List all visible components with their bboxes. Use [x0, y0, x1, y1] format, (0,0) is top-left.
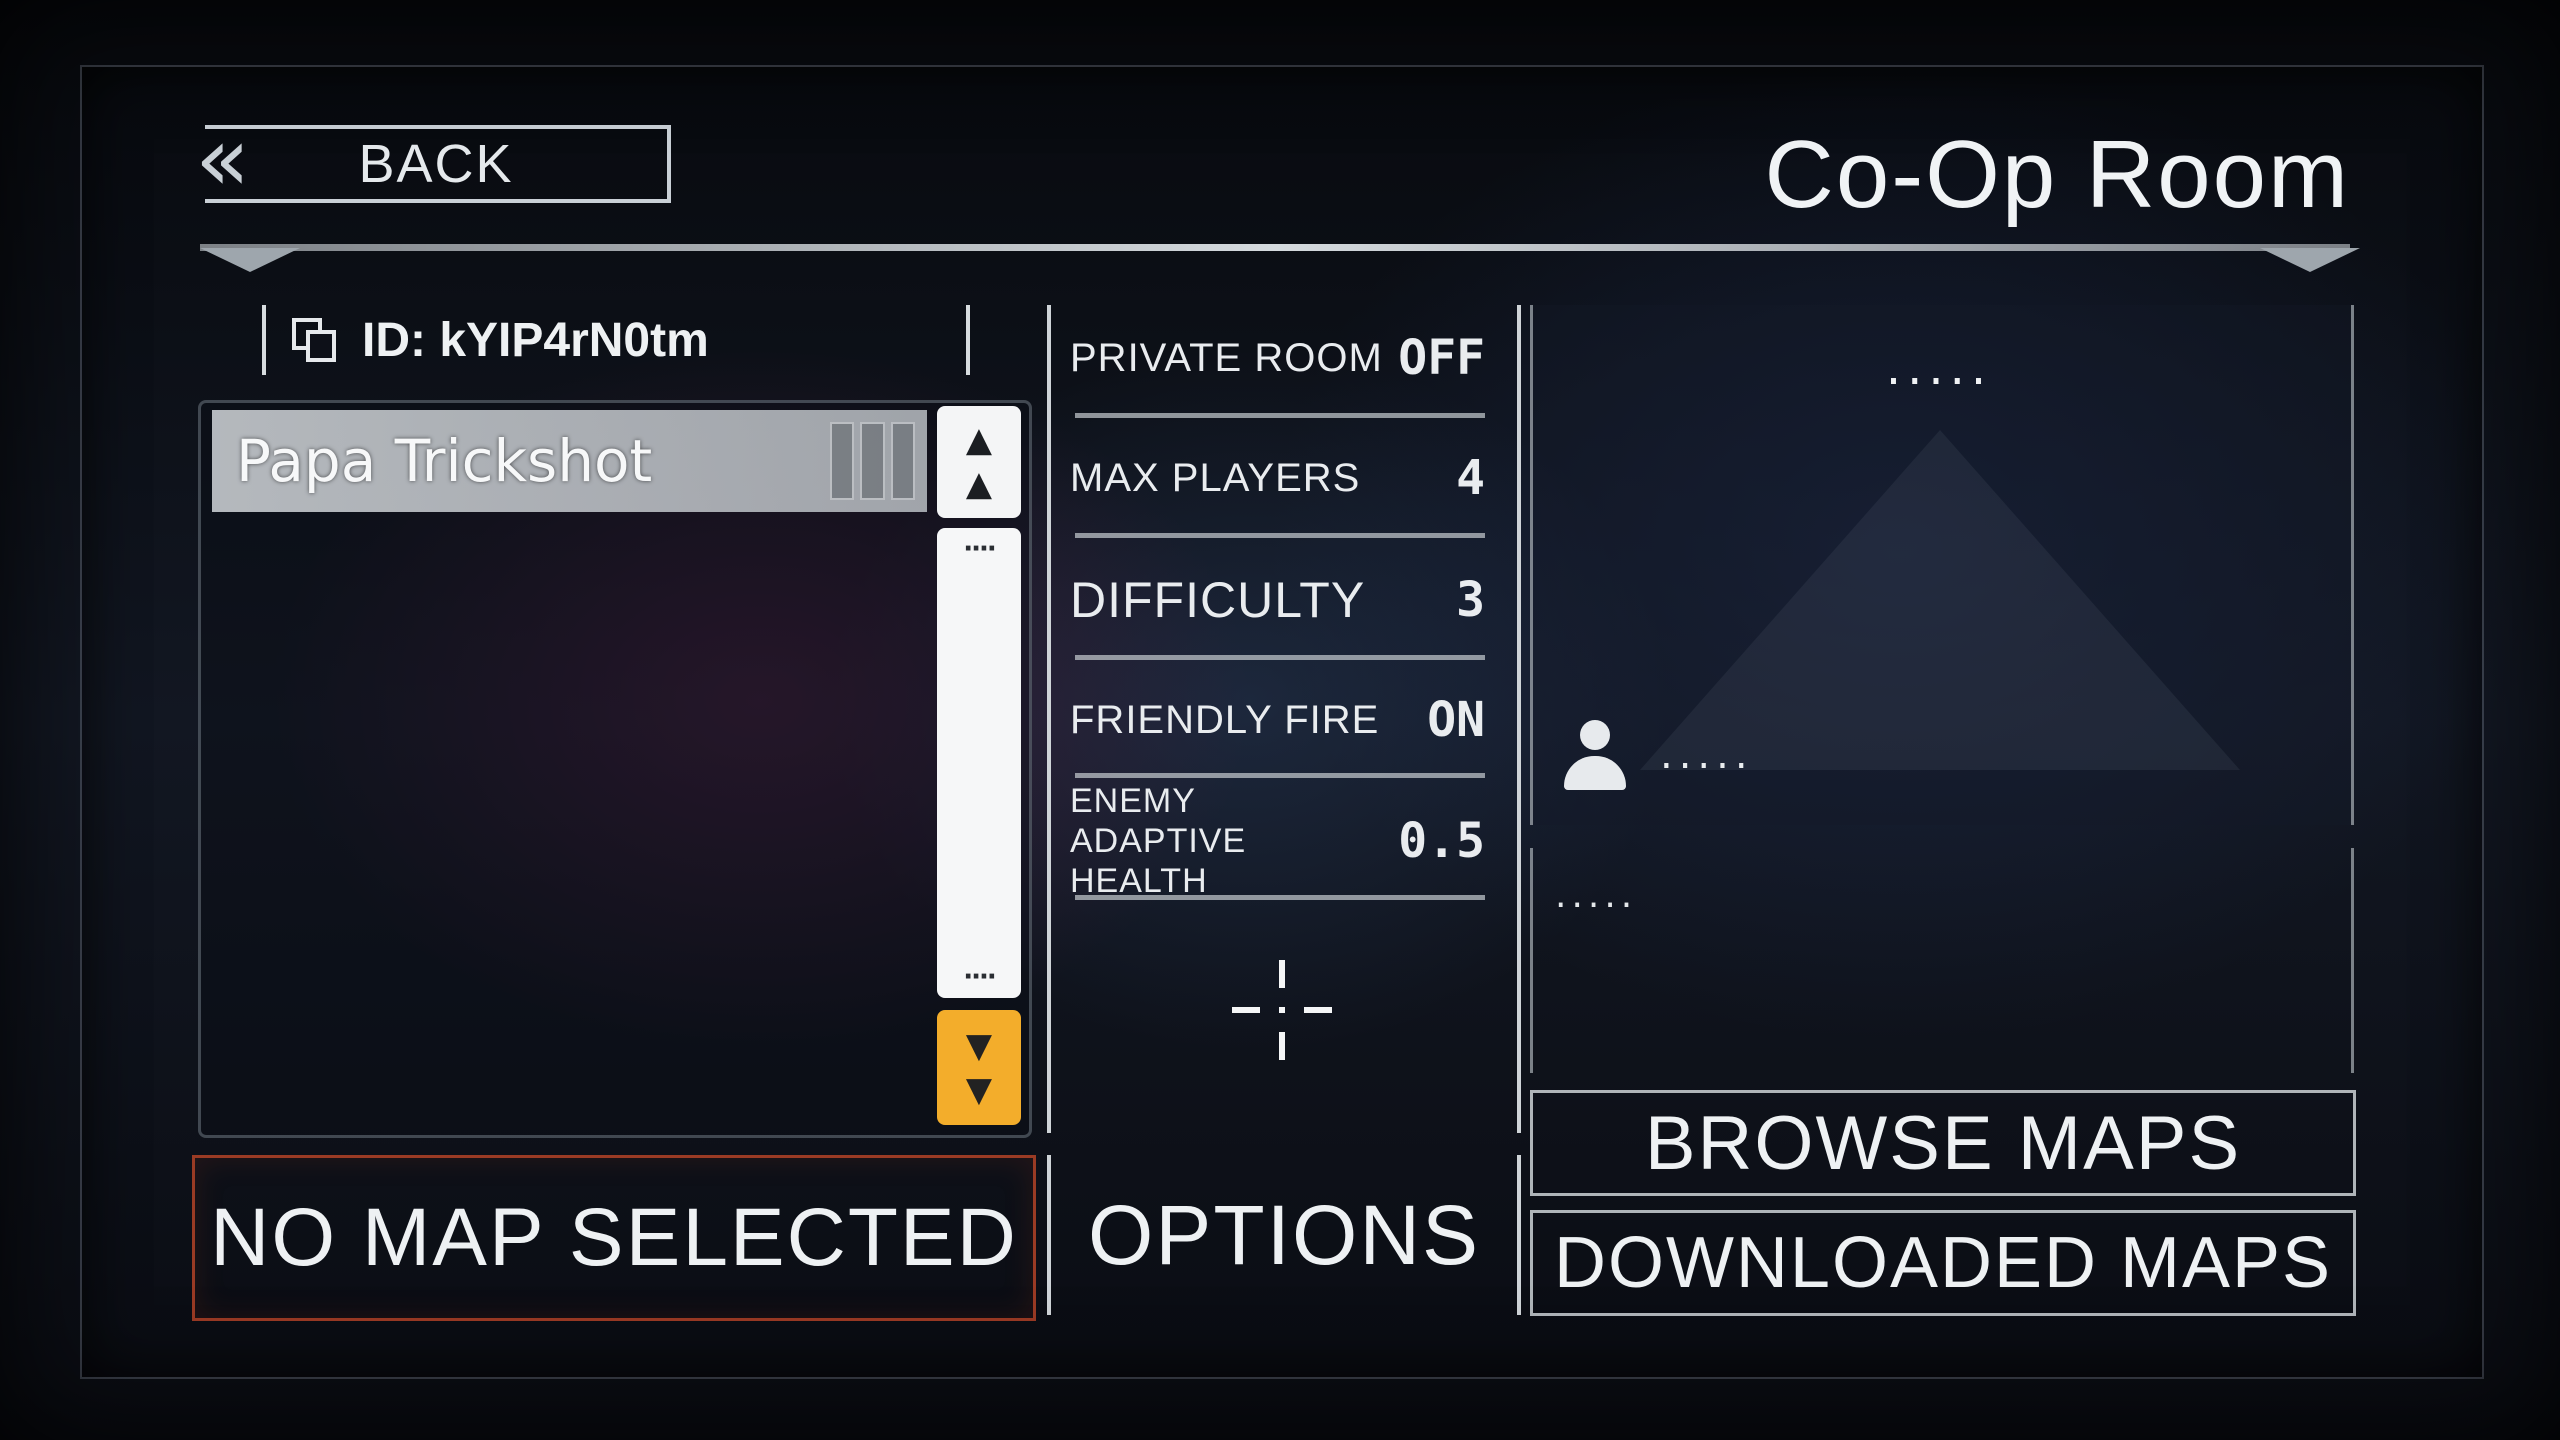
downloaded-maps-button[interactable]: DOWNLOADED MAPS [1530, 1210, 2356, 1316]
options-button[interactable]: OPTIONS [1047, 1155, 1521, 1315]
back-button-label: BACK [358, 134, 514, 194]
map-preview-placeholder [1640, 430, 2240, 770]
option-divider [1075, 773, 1485, 778]
page-title: Co-Op Room [1764, 121, 2350, 228]
options-button-label: OPTIONS [1087, 1187, 1481, 1282]
option-label: ENEMY ADAPTIVE HEALTH [1070, 782, 1247, 900]
option-max-players[interactable]: MAX PLAYERS 4 [1070, 448, 1485, 508]
browse-maps-button[interactable]: BROWSE MAPS [1530, 1090, 2356, 1196]
player-row-handle-icon [830, 422, 915, 500]
option-private-room[interactable]: PRIVATE ROOM OFF [1070, 328, 1485, 388]
map-description-panel [1530, 848, 2354, 1073]
browse-maps-label: BROWSE MAPS [1644, 1100, 2242, 1186]
option-divider [1075, 533, 1485, 538]
map-author: ..... [1660, 732, 1754, 778]
option-value: ON [1427, 692, 1485, 748]
map-title: ..... [1885, 340, 1993, 396]
scroll-up-button[interactable]: ▲ ▲ [937, 406, 1021, 518]
option-enemy-adaptive-health[interactable]: ENEMY ADAPTIVE HEALTH 0.5 [1070, 782, 1485, 900]
chevron-down-icon: ▼ ▼ [965, 1026, 993, 1110]
divider-right-marker [2260, 248, 2360, 272]
user-icon [1560, 720, 1630, 790]
scroll-grip-bottom: ···· [963, 962, 997, 992]
option-label: DIFFICULTY [1070, 572, 1366, 628]
scroll-down-button[interactable]: ▼ ▼ [937, 1010, 1021, 1125]
player-row[interactable]: Papa Trickshot [212, 410, 927, 512]
option-friendly-fire[interactable]: FRIENDLY FIRE ON [1070, 690, 1485, 750]
option-value: 0.5 [1398, 813, 1485, 869]
option-label: FRIENDLY FIRE [1070, 697, 1380, 742]
map-author-row: ..... [1560, 720, 1754, 790]
back-button[interactable]: BACK [205, 125, 671, 203]
scrollbar-thumb[interactable]: ···· ···· [937, 528, 1021, 998]
option-divider [1075, 655, 1485, 660]
option-divider [1075, 895, 1485, 900]
option-value: 4 [1456, 450, 1485, 506]
crosshair-icon[interactable] [1232, 960, 1332, 1060]
divider-left-marker [200, 248, 300, 272]
option-label: PRIVATE ROOM [1070, 335, 1383, 380]
room-id-copy-button[interactable]: ID: kYIP4rN0tm [262, 305, 970, 375]
option-value: 3 [1456, 572, 1485, 628]
map-description: ..... [1555, 875, 1638, 916]
map-selection-button[interactable]: NO MAP SELECTED [192, 1155, 1036, 1321]
downloaded-maps-label: DOWNLOADED MAPS [1553, 1223, 2333, 1303]
option-label: MAX PLAYERS [1070, 455, 1361, 500]
title-divider [200, 244, 2350, 251]
map-selection-label: NO MAP SELECTED [210, 1192, 1018, 1283]
player-name: Papa Trickshot [236, 427, 653, 495]
room-id-text: ID: kYIP4rN0tm [362, 313, 709, 367]
scroll-grip-top: ···· [963, 534, 997, 564]
option-difficulty[interactable]: DIFFICULTY 3 [1070, 565, 1485, 635]
option-divider [1075, 413, 1485, 418]
chevron-up-icon: ▲ ▲ [965, 420, 993, 504]
copy-icon [292, 318, 336, 362]
option-value: OFF [1398, 330, 1485, 386]
